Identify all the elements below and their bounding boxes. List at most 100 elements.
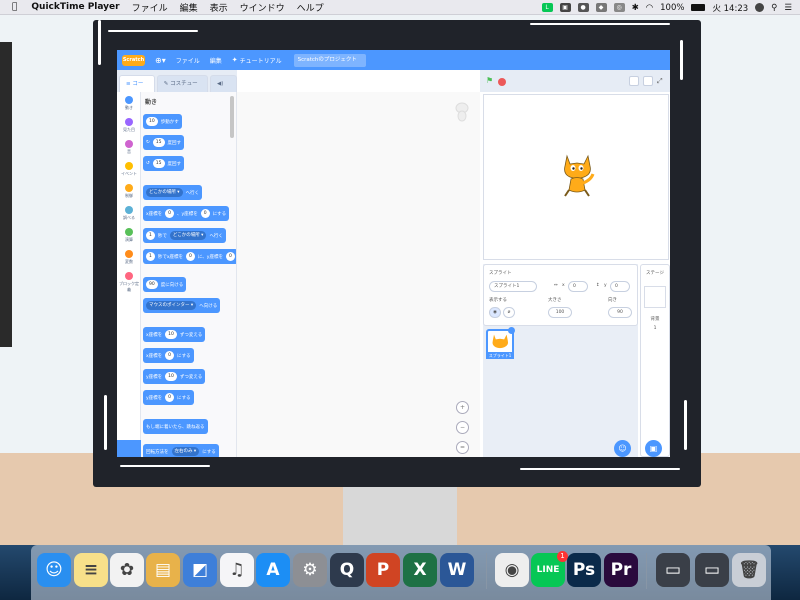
add-extension-button[interactable] <box>117 440 141 457</box>
dock-powerpoint-icon[interactable]: P <box>366 553 400 587</box>
menu-view[interactable]: 表示 <box>210 1 228 14</box>
wifi-icon[interactable]: ◠ <box>646 3 653 13</box>
block-goto-xy[interactable]: x座標を 0 、y座標を 0 にする <box>143 206 230 221</box>
green-flag-icon[interactable]: ⚑ <box>486 77 494 85</box>
block-input[interactable]: 1 <box>146 231 155 240</box>
dock-メモ-icon[interactable]: ≡ <box>74 553 108 587</box>
block-set-y[interactable]: y座標を 0 にする <box>143 390 194 405</box>
menu-window[interactable]: ウインドウ <box>240 1 285 14</box>
block-input[interactable]: 10 <box>165 330 177 339</box>
scratch-file-menu[interactable]: ファイル <box>176 56 200 65</box>
block-input[interactable]: 10 <box>165 372 177 381</box>
block-point-towards[interactable]: マウスのポインター ▾ へ向ける <box>143 298 221 313</box>
screen-status-icon[interactable]: ▣ <box>559 3 571 12</box>
account-status-icon[interactable]: ◎ <box>613 3 625 12</box>
block-glide-xy[interactable]: 1 秒でx座標を 0 に、y座標を 0 <box>143 249 236 264</box>
line-status-icon[interactable]: L <box>541 3 553 12</box>
app-menu[interactable]: QuickTime Player <box>31 2 119 12</box>
battery-percent[interactable]: 100% <box>660 3 684 13</box>
dock-ゴミ箱-icon[interactable]: 🗑 <box>732 553 766 587</box>
category-events[interactable]: イベント <box>119 162 139 177</box>
block-change-x[interactable]: x座標を 10 ずつ変える <box>143 327 206 342</box>
recorder-status-icon[interactable]: ● <box>577 3 589 12</box>
battery-icon[interactable] <box>691 4 706 11</box>
block-move-steps[interactable]: 10 歩動かす <box>143 114 182 129</box>
language-globe-icon[interactable]: ⊕▾ <box>155 56 166 65</box>
tab-code[interactable]: ≡ コード <box>119 75 155 104</box>
bluetooth-icon[interactable]: ✱ <box>632 3 639 13</box>
notification-center-icon[interactable]: ☰ <box>784 3 792 13</box>
block-change-y[interactable]: y座標を 10 ずつ変える <box>143 369 206 384</box>
block-glide[interactable]: 1 秒で どこかの場所 ▾ へ行く <box>143 228 226 243</box>
block-turn-right[interactable]: ↻ 15 度回す <box>143 135 185 150</box>
choose-backdrop-button[interactable]: ▣ <box>645 440 662 457</box>
dock-keynote-icon[interactable]: ◩ <box>183 553 217 587</box>
x-input[interactable]: 0 <box>568 281 588 292</box>
choose-sprite-button[interactable]: ☺ <box>614 440 631 457</box>
dock-word-icon[interactable]: W <box>440 553 474 587</box>
code-area[interactable] <box>237 92 480 457</box>
dock-quicktime-player-icon[interactable]: Q <box>330 553 364 587</box>
scratch-edit-menu[interactable]: 編集 <box>210 56 222 65</box>
tab-costumes[interactable]: ✎ コスチューム <box>156 75 209 104</box>
block-set-x[interactable]: x座標を 0 にする <box>143 348 194 363</box>
dock-window-ps-icon[interactable]: ▭ <box>695 553 729 587</box>
delete-sprite-icon[interactable] <box>508 327 515 334</box>
block-dropdown[interactable]: マウスのポインター ▾ <box>146 301 197 310</box>
block-input[interactable]: 1 <box>146 252 155 261</box>
block-turn-left[interactable]: ↺ 15 度回す <box>143 156 185 171</box>
scratch-logo[interactable]: Scratch <box>122 54 145 66</box>
hide-button[interactable]: ø <box>503 307 515 318</box>
category-motion[interactable]: 動き <box>119 96 139 111</box>
sprite-name-input[interactable]: スプライト1 <box>489 281 537 292</box>
dock-app-store-icon[interactable]: A <box>256 553 290 587</box>
block-input[interactable]: 0 <box>200 209 210 218</box>
dock-システム環境設定-icon[interactable]: ⚙ <box>293 553 327 587</box>
category-operators[interactable]: 演算 <box>119 228 139 243</box>
direction-input[interactable]: 90 <box>608 307 632 318</box>
zoom-in-button[interactable]: + <box>456 401 469 414</box>
menu-edit[interactable]: 編集 <box>180 1 198 14</box>
block-input[interactable]: 10 <box>146 117 158 126</box>
block-dropdown[interactable]: どこかの場所 ▾ <box>146 188 183 197</box>
category-sound[interactable]: 音 <box>119 140 139 155</box>
spotlight-icon[interactable]: ⚲ <box>771 3 777 13</box>
menu-file[interactable]: ファイル <box>132 1 168 14</box>
clock[interactable]: 火 14:23 <box>712 2 748 14</box>
y-input[interactable]: 0 <box>610 281 630 292</box>
fullscreen-icon[interactable]: ⤢ <box>657 76 667 86</box>
apple-menu-icon[interactable]:  <box>12 2 17 12</box>
backdrop-thumbnail[interactable] <box>644 286 666 308</box>
dropbox-status-icon[interactable]: ◆ <box>595 3 607 12</box>
zoom-out-button[interactable]: − <box>456 421 469 434</box>
dock-写真-icon[interactable]: ✿ <box>110 553 144 587</box>
category-my-blocks[interactable]: ブロック定義 <box>119 272 139 293</box>
category-control[interactable]: 制御 <box>119 184 139 199</box>
block-dropdown[interactable]: どこかの場所 ▾ <box>169 231 207 240</box>
block-dropdown[interactable]: 左右のみ ▾ <box>171 447 200 456</box>
block-input[interactable]: 15 <box>152 138 165 147</box>
block-input[interactable]: 0 <box>186 252 195 261</box>
block-input[interactable]: 0 <box>165 351 175 360</box>
scratch-tutorial-menu[interactable]: チュートリアル <box>240 56 282 65</box>
block-point-direction[interactable]: 90 度に向ける <box>143 277 187 292</box>
dock-itunes-icon[interactable]: ♫ <box>220 553 254 587</box>
palette-scrollbar[interactable] <box>230 96 234 138</box>
tab-sounds[interactable]: ◀) 音 <box>210 75 237 104</box>
block-bounce[interactable]: もし端に着いたら、跳ね返る <box>143 419 208 434</box>
block-goto[interactable]: どこかの場所 ▾ へ行く <box>143 185 203 200</box>
size-input[interactable]: 100 <box>548 307 572 318</box>
dock-premiere-pro-icon[interactable]: Pr <box>604 553 638 587</box>
large-stage-button[interactable] <box>643 76 653 86</box>
stop-icon[interactable] <box>498 78 506 86</box>
block-input[interactable]: 15 <box>152 159 165 168</box>
show-visible-button[interactable]: ◉ <box>489 307 501 318</box>
menu-help[interactable]: ヘルプ <box>297 1 324 14</box>
dock-chrome-icon[interactable]: ◉ <box>495 553 529 587</box>
block-input[interactable]: 0 <box>165 209 175 218</box>
user-icon[interactable] <box>755 3 765 12</box>
dock-excel-icon[interactable]: X <box>403 553 437 587</box>
dock-finder-icon[interactable]: ☺ <box>37 553 71 587</box>
block-input[interactable]: 0 <box>225 252 235 261</box>
project-title-input[interactable]: Scratchのプロジェクト <box>293 53 366 67</box>
